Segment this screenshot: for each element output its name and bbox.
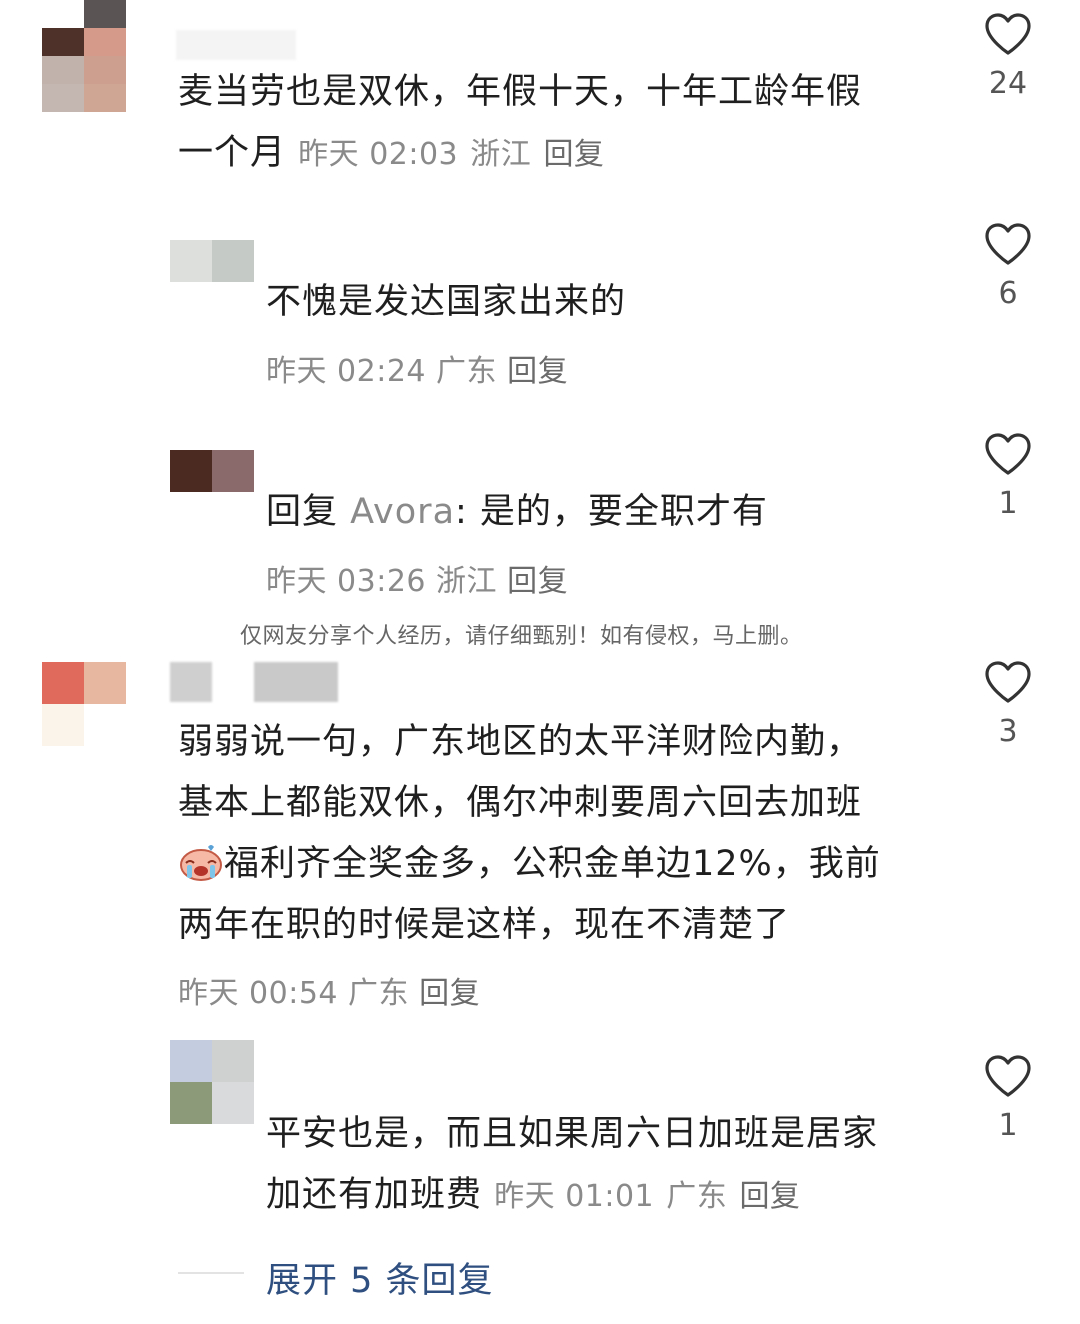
avatar[interactable] — [170, 1040, 254, 1124]
comment-line: 两年在职的时候是这样，现在不清楚了 — [178, 905, 791, 945]
like-count: 6 — [998, 276, 1018, 311]
comment-line-end: 加还有加班费 — [266, 1175, 483, 1215]
comment-location: 广东 — [348, 976, 410, 1011]
username-blurred — [170, 662, 212, 702]
comment-meta: 昨天 00:54 广东 回复 — [178, 968, 480, 1012]
comment-time: 昨天 00:54 — [178, 976, 338, 1011]
username-blurred — [254, 662, 338, 702]
like-button[interactable]: 24 — [973, 12, 1043, 101]
comment-line: 平安也是，而且如果周六日加班是居家 — [266, 1114, 879, 1154]
like-button[interactable]: 1 — [973, 1054, 1043, 1143]
reply-button[interactable]: 回复 — [543, 137, 604, 172]
comment-line-rest: 福利齐全奖金多，公积金单边12%，我前 — [224, 844, 881, 884]
like-count: 1 — [998, 486, 1018, 521]
comment-text: 不愧是发达国家出来的 — [266, 282, 627, 322]
like-count: 24 — [988, 66, 1028, 101]
comment-time: 昨天 03:26 — [266, 564, 426, 599]
comment-location: 浙江 — [436, 564, 498, 599]
avatar[interactable] — [170, 240, 254, 282]
comment-location: 广东 — [436, 354, 498, 389]
heart-icon — [985, 661, 1031, 703]
crying-emoji-icon — [178, 840, 224, 881]
reply-prefix: 回复 — [266, 492, 339, 532]
heart-icon — [985, 13, 1031, 55]
comment-line: 弱弱说一句，广东地区的太平洋财险内勤， — [178, 722, 863, 762]
comment-location: 浙江 — [470, 137, 532, 172]
mention-link[interactable]: Avora — [350, 492, 455, 532]
heart-icon — [985, 1055, 1031, 1097]
comment-time: 昨天 01:01 — [494, 1179, 655, 1214]
reply-button[interactable]: 回复 — [507, 564, 568, 599]
username-blurred — [176, 30, 296, 60]
avatar[interactable] — [42, 662, 126, 746]
comment-line-end: 一个月 — [178, 133, 287, 173]
like-button[interactable]: 1 — [973, 432, 1043, 521]
comment-line: 福利齐全奖金多，公积金单边12%，我前 — [178, 834, 938, 895]
reply-button[interactable]: 回复 — [507, 354, 568, 389]
comment-text: 平安也是，而且如果周六日加班是居家 加还有加班费 昨天 01:01 广东 回复 — [266, 1104, 946, 1227]
reply-button[interactable]: 回复 — [419, 976, 480, 1011]
comment-time: 昨天 02:24 — [266, 354, 426, 389]
like-button[interactable]: 6 — [973, 222, 1043, 311]
comment-line: 加还有加班费 昨天 01:01 广东 回复 — [266, 1165, 946, 1227]
comment-body: : 是的，要全职才有 — [455, 492, 768, 532]
expand-replies-button[interactable]: 展开 5 条回复 — [266, 1252, 494, 1303]
avatar[interactable] — [170, 450, 254, 492]
heart-icon — [985, 223, 1031, 265]
expand-divider — [178, 1272, 244, 1274]
comment-line: 一个月 昨天 02:03 浙江 回复 — [178, 123, 938, 185]
like-button[interactable]: 3 — [973, 660, 1043, 749]
reply-button[interactable]: 回复 — [739, 1179, 800, 1214]
comment-text: 麦当劳也是双休，年假十天，十年工龄年假 一个月 昨天 02:03 浙江 回复 — [178, 62, 938, 185]
comment-line: 基本上都能双休，偶尔冲刺要周六回去加班 — [178, 783, 863, 823]
comment-location: 广东 — [666, 1179, 728, 1214]
watermark-text: 仅网友分享个人经历，请仔细甄别！如有侵权，马上删。 — [240, 624, 803, 649]
like-count: 1 — [998, 1108, 1018, 1143]
avatar[interactable] — [42, 0, 126, 112]
comment-line: 麦当劳也是双休，年假十天，十年工龄年假 — [178, 72, 863, 112]
like-count: 3 — [998, 714, 1018, 749]
comment-text: 回复 Avora: 是的，要全职才有 — [266, 482, 768, 543]
comment-meta: 昨天 02:24 广东 回复 — [266, 346, 568, 390]
comment-meta: 昨天 03:26 浙江 回复 — [266, 556, 568, 600]
heart-icon — [985, 433, 1031, 475]
comment-text: 弱弱说一句，广东地区的太平洋财险内勤， 基本上都能双休，偶尔冲刺要周六回去加班 … — [178, 712, 938, 956]
comment-time: 昨天 02:03 — [298, 137, 459, 172]
